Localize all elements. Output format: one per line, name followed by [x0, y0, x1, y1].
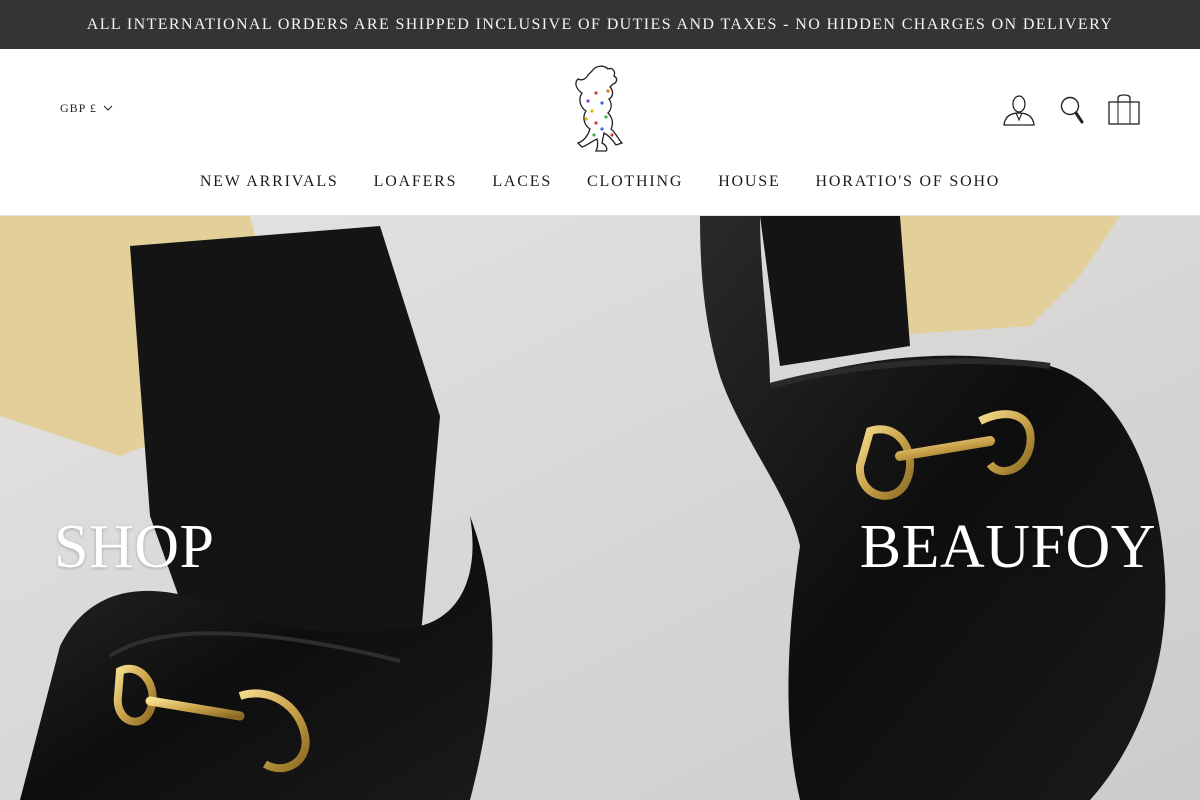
rampant-lion-logo: [575, 65, 624, 152]
announcement-text: ALL INTERNATIONAL ORDERS ARE SHIPPED INC…: [86, 15, 1114, 33]
brand-logo[interactable]: [566, 63, 630, 155]
account-icon: [1003, 95, 1035, 126]
nav-item-horatios-of-soho[interactable]: HORATIO'S OF SOHO: [816, 173, 1001, 197]
announcement-bar: ALL INTERNATIONAL ORDERS ARE SHIPPED INC…: [0, 0, 1200, 49]
nav-item-laces[interactable]: LACES: [492, 173, 552, 197]
nav-item-clothing[interactable]: CLOTHING: [587, 173, 683, 197]
main-navigation: NEW ARRIVALS LOAFERS LACES CLOTHING HOUS…: [0, 173, 1200, 197]
nav-item-new-arrivals[interactable]: NEW ARRIVALS: [200, 173, 339, 197]
currency-selector[interactable]: GBP £: [60, 101, 113, 116]
nav-item-loafers[interactable]: LOAFERS: [374, 173, 458, 197]
search-icon: [1060, 96, 1084, 124]
search-button[interactable]: [1052, 92, 1092, 128]
hero-banner[interactable]: SHOP BEAUFOY: [0, 216, 1200, 800]
site-header: GBP £ NEW ARRIVALS LOAFERS LACES CLOTHIN…: [0, 49, 1200, 216]
hero-image: [0, 216, 1200, 800]
chevron-down-icon: [103, 105, 113, 111]
nav-item-house[interactable]: HOUSE: [718, 173, 780, 197]
hero-title-shop[interactable]: SHOP: [54, 516, 215, 578]
shopping-bag-icon: [1108, 94, 1140, 125]
cart-button[interactable]: [1104, 92, 1144, 128]
hero-title-beaufoy[interactable]: BEAUFOY: [860, 516, 1156, 578]
currency-label: GBP £: [60, 101, 97, 115]
account-button[interactable]: [999, 92, 1039, 128]
